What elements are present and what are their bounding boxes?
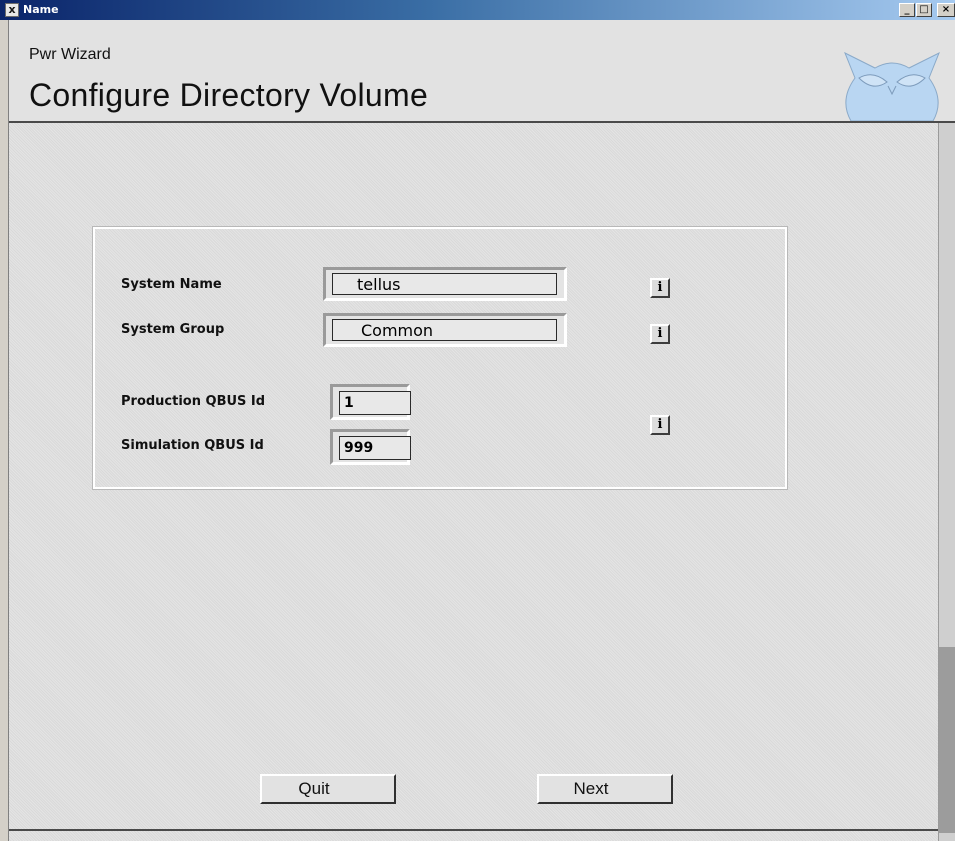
close-icon: × [941,4,951,15]
production-qbus-field-frame [330,384,411,420]
system-name-label: System Name [121,277,222,292]
system-name-input[interactable] [332,273,557,295]
close-button[interactable]: × [937,3,955,17]
maximize-icon: □ [919,4,929,15]
minimize-button[interactable]: _ [899,3,915,17]
wizard-content: Pwr Wizard Configure Directory Volume Sy… [8,20,955,841]
app-icon[interactable]: x [5,3,19,17]
wizard-subtitle: Pwr Wizard [29,46,111,63]
system-group-info-button[interactable]: i [650,324,670,344]
system-group-label: System Group [121,322,225,337]
wizard-header: Pwr Wizard Configure Directory Volume [9,20,955,123]
next-button[interactable]: Next [537,774,673,804]
footer-divider [9,829,938,831]
simulation-qbus-input[interactable] [339,436,411,460]
qbus-info-button[interactable]: i [650,415,670,435]
minimize-icon: _ [904,4,910,15]
quit-button-label: Quit [298,779,330,798]
system-group-input[interactable] [332,319,557,341]
next-button-label: Next [573,779,609,798]
production-qbus-input[interactable] [339,391,411,415]
info-icon: i [657,280,663,295]
production-qbus-label: Production QBUS Id [121,394,266,409]
title-bar[interactable]: x Name _ □ × [0,0,955,20]
system-name-field-frame [323,267,567,301]
owl-logo-icon [844,51,940,121]
info-icon: i [657,417,663,432]
maximize-button[interactable]: □ [916,3,932,17]
wizard-window: x Name _ □ × Pwr Wizard Configure Direct… [0,0,955,841]
system-group-field-frame [323,313,567,347]
info-icon: i [657,326,663,341]
window-title: Name [23,3,59,16]
simulation-qbus-label: Simulation QBUS Id [121,438,264,453]
configuration-panel: System Name i System Group i Production … [92,226,788,490]
quit-button[interactable]: Quit [260,774,396,804]
system-name-info-button[interactable]: i [650,278,670,298]
page-title: Configure Directory Volume [29,77,429,113]
scrollbar-thumb[interactable] [939,647,955,833]
simulation-qbus-field-frame [330,429,411,465]
vertical-scrollbar[interactable] [938,123,955,841]
